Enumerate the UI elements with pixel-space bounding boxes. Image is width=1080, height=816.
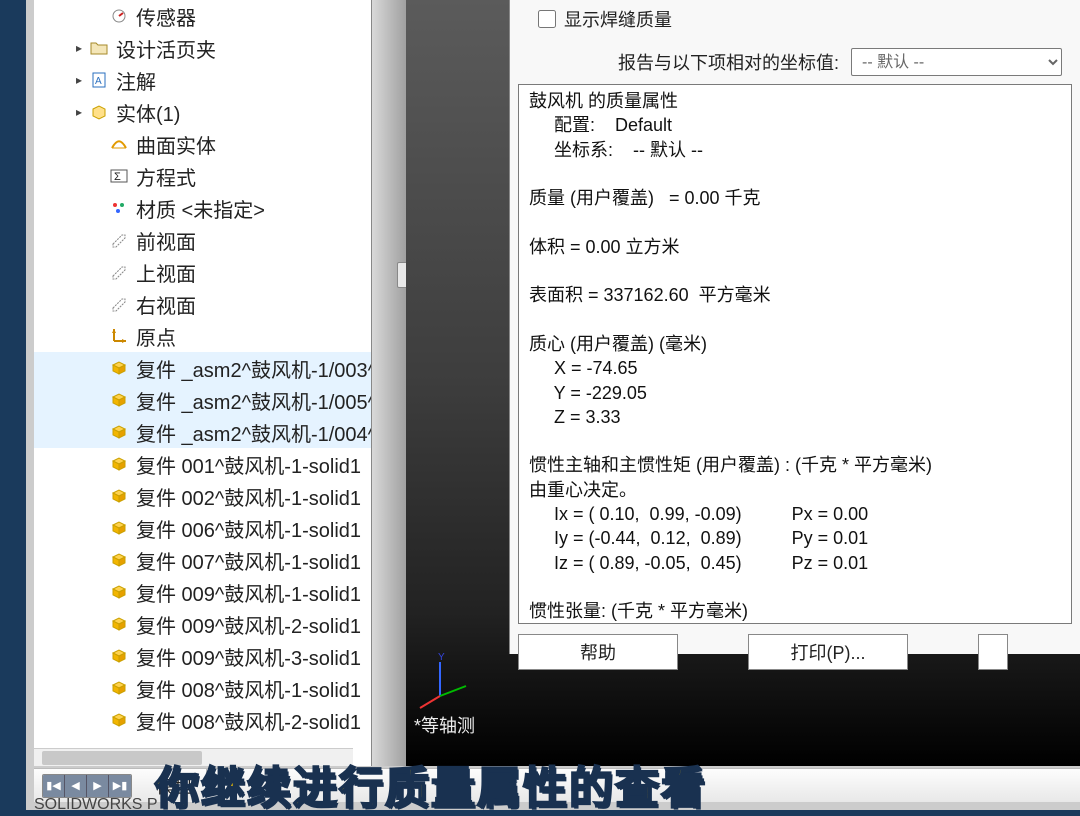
body-icon bbox=[108, 454, 130, 474]
tree-item[interactable]: ▸ 设计活页夹 bbox=[34, 32, 371, 64]
tree-scrollbar-h[interactable] bbox=[34, 748, 353, 766]
tree-item[interactable]: 原点 bbox=[34, 320, 371, 352]
expand-icon[interactable]: ▸ bbox=[70, 105, 88, 119]
body-icon bbox=[108, 710, 130, 730]
main-area: 传感器 ▸ 设计活页夹 ▸ A 注解 ▸ 实体(1) 曲面实体 Σ 方程式材质 <未指定> 前视面上视… bbox=[34, 0, 1080, 766]
print-button[interactable]: 打印(P)... bbox=[748, 634, 908, 670]
tree-item[interactable]: ▸ A 注解 bbox=[34, 64, 371, 96]
tree-item[interactable]: 复件 _asm2^鼓风机-1/005^复 bbox=[34, 384, 371, 416]
tree-item[interactable]: 复件 006^鼓风机-1-solid1 bbox=[34, 512, 371, 544]
results-text[interactable]: 鼓风机 的质量属性 配置: Default 坐标系: -- 默认 -- 质量 (… bbox=[518, 84, 1072, 624]
tree-item-label: 实体(1) bbox=[116, 98, 371, 127]
tree-item-label: 传感器 bbox=[136, 2, 371, 31]
bottom-tab-bar: ▮◀ ◀ ▶ ▶▮ 模型 bbox=[34, 768, 1080, 802]
plane-icon bbox=[108, 294, 130, 314]
mass-properties-dialog: 显示焊缝质量 报告与以下项相对的坐标值: -- 默认 -- 鼓风机 的质量属性 … bbox=[509, 0, 1080, 654]
material-icon bbox=[108, 198, 130, 218]
feature-tree[interactable]: 传感器 ▸ 设计活页夹 ▸ A 注解 ▸ 实体(1) 曲面实体 Σ 方程式材质 <未指定> 前视面上视… bbox=[34, 0, 371, 736]
body-icon bbox=[108, 582, 130, 602]
tree-item-label: 曲面实体 bbox=[136, 130, 371, 159]
tree-item-label: 复件 009^鼓风机-1-solid1 bbox=[136, 578, 371, 607]
tree-item[interactable]: 右视面 bbox=[34, 288, 371, 320]
body-icon bbox=[108, 614, 130, 634]
tree-item-label: 前视面 bbox=[136, 226, 371, 255]
tree-item-label: 原点 bbox=[136, 322, 371, 351]
triad-gizmo: Y bbox=[418, 656, 472, 710]
tree-item[interactable]: 复件 009^鼓风机-1-solid1 bbox=[34, 576, 371, 608]
show-weld-checkbox[interactable] bbox=[538, 10, 556, 28]
help-button[interactable]: 帮助 bbox=[518, 634, 678, 670]
coord-label: 报告与以下项相对的坐标值: bbox=[618, 49, 839, 75]
tree-item-label: 右视面 bbox=[136, 290, 371, 319]
tree-item-label: 方程式 bbox=[136, 162, 371, 191]
tree-item[interactable]: 材质 <未指定> bbox=[34, 192, 371, 224]
tree-item[interactable]: 复件 _asm2^鼓风机-1/003^复 bbox=[34, 352, 371, 384]
partial-button[interactable] bbox=[978, 634, 1008, 670]
tree-item-label: 复件 007^鼓风机-1-solid1 bbox=[136, 546, 371, 575]
body-icon bbox=[108, 358, 130, 378]
body-icon bbox=[108, 422, 130, 442]
tree-item-label: 复件 001^鼓风机-1-solid1 bbox=[136, 450, 371, 479]
svg-text:Σ: Σ bbox=[114, 171, 121, 183]
body-icon bbox=[108, 646, 130, 666]
tree-item-label: 上视面 bbox=[136, 258, 371, 287]
sigma-icon: Σ bbox=[108, 166, 130, 186]
tree-item[interactable]: 上视面 bbox=[34, 256, 371, 288]
tree-item[interactable]: 复件 008^鼓风机-2-solid1 bbox=[34, 704, 371, 736]
tree-item[interactable]: 复件 002^鼓风机-1-solid1 bbox=[34, 480, 371, 512]
tree-item-label: 复件 _asm2^鼓风机-1/003^复 bbox=[136, 354, 371, 383]
tree-item[interactable]: 复件 009^鼓风机-2-solid1 bbox=[34, 608, 371, 640]
tree-item[interactable]: 复件 _asm2^鼓风机-1/004^复 bbox=[34, 416, 371, 448]
plane-icon bbox=[108, 230, 130, 250]
tree-item-label: 材质 <未指定> bbox=[136, 194, 371, 223]
tree-item-label: 复件 009^鼓风机-2-solid1 bbox=[136, 610, 371, 639]
nav-last-icon[interactable]: ▶▮ bbox=[109, 775, 131, 797]
svg-text:A: A bbox=[95, 76, 102, 87]
tree-item[interactable]: 前视面 bbox=[34, 224, 371, 256]
view-name-label: *等轴测 bbox=[414, 712, 475, 738]
body-icon bbox=[108, 678, 130, 698]
status-text: SOLIDWORKS P bbox=[34, 796, 158, 814]
tree-item[interactable]: 复件 009^鼓风机-3-solid1 bbox=[34, 640, 371, 672]
tree-item-label: 复件 008^鼓风机-1-solid1 bbox=[136, 674, 371, 703]
tree-item-label: 复件 006^鼓风机-1-solid1 bbox=[136, 514, 371, 543]
tree-item-label: 复件 008^鼓风机-2-solid1 bbox=[136, 706, 371, 735]
nav-prev-icon[interactable]: ◀ bbox=[65, 775, 87, 797]
tree-item-label: 复件 009^鼓风机-3-solid1 bbox=[136, 642, 371, 671]
tree-item[interactable]: 传感器 bbox=[34, 0, 371, 32]
nav-first-icon[interactable]: ▮◀ bbox=[43, 775, 65, 797]
graphics-viewport[interactable]: Y *等轴测 显示焊缝质量 报告与以下项相对的坐标值: -- 默认 -- bbox=[406, 0, 1080, 766]
scrollbar-thumb[interactable] bbox=[42, 751, 202, 765]
tree-item-label: 复件 _asm2^鼓风机-1/004^复 bbox=[136, 418, 371, 447]
coord-select[interactable]: -- 默认 -- bbox=[851, 48, 1062, 76]
body-icon bbox=[108, 518, 130, 538]
tree-item[interactable]: ▸ 实体(1) bbox=[34, 96, 371, 128]
tree-item[interactable]: 复件 008^鼓风机-1-solid1 bbox=[34, 672, 371, 704]
tree-item-label: 复件 002^鼓风机-1-solid1 bbox=[136, 482, 371, 511]
plane-icon bbox=[108, 262, 130, 282]
sheet-nav-buttons[interactable]: ▮◀ ◀ ▶ ▶▮ bbox=[42, 774, 132, 798]
nav-next-icon[interactable]: ▶ bbox=[87, 775, 109, 797]
tree-item[interactable]: 复件 007^鼓风机-1-solid1 bbox=[34, 544, 371, 576]
tree-item[interactable]: 复件 001^鼓风机-1-solid1 bbox=[34, 448, 371, 480]
solid-icon bbox=[88, 102, 110, 122]
body-icon bbox=[108, 486, 130, 506]
note-icon: A bbox=[88, 70, 110, 90]
tree-item-label: 注解 bbox=[116, 66, 371, 95]
origin-icon bbox=[108, 326, 130, 346]
tree-item-label: 复件 _asm2^鼓风机-1/005^复 bbox=[136, 386, 371, 415]
folder-icon bbox=[88, 38, 110, 58]
surface-icon bbox=[108, 134, 130, 154]
expand-icon[interactable]: ▸ bbox=[70, 73, 88, 87]
tree-item[interactable]: 曲面实体 bbox=[34, 128, 371, 160]
expand-icon[interactable]: ▸ bbox=[70, 41, 88, 55]
tree-item-label: 设计活页夹 bbox=[116, 34, 371, 63]
show-weld-label: 显示焊缝质量 bbox=[564, 6, 672, 32]
feature-tree-panel: 传感器 ▸ 设计活页夹 ▸ A 注解 ▸ 实体(1) 曲面实体 Σ 方程式材质 <未指定> 前视面上视… bbox=[34, 0, 372, 766]
tree-item[interactable]: Σ 方程式 bbox=[34, 160, 371, 192]
body-icon bbox=[108, 390, 130, 410]
panel-splitter[interactable] bbox=[372, 0, 406, 766]
sensor-icon bbox=[108, 6, 130, 26]
body-icon bbox=[108, 550, 130, 570]
